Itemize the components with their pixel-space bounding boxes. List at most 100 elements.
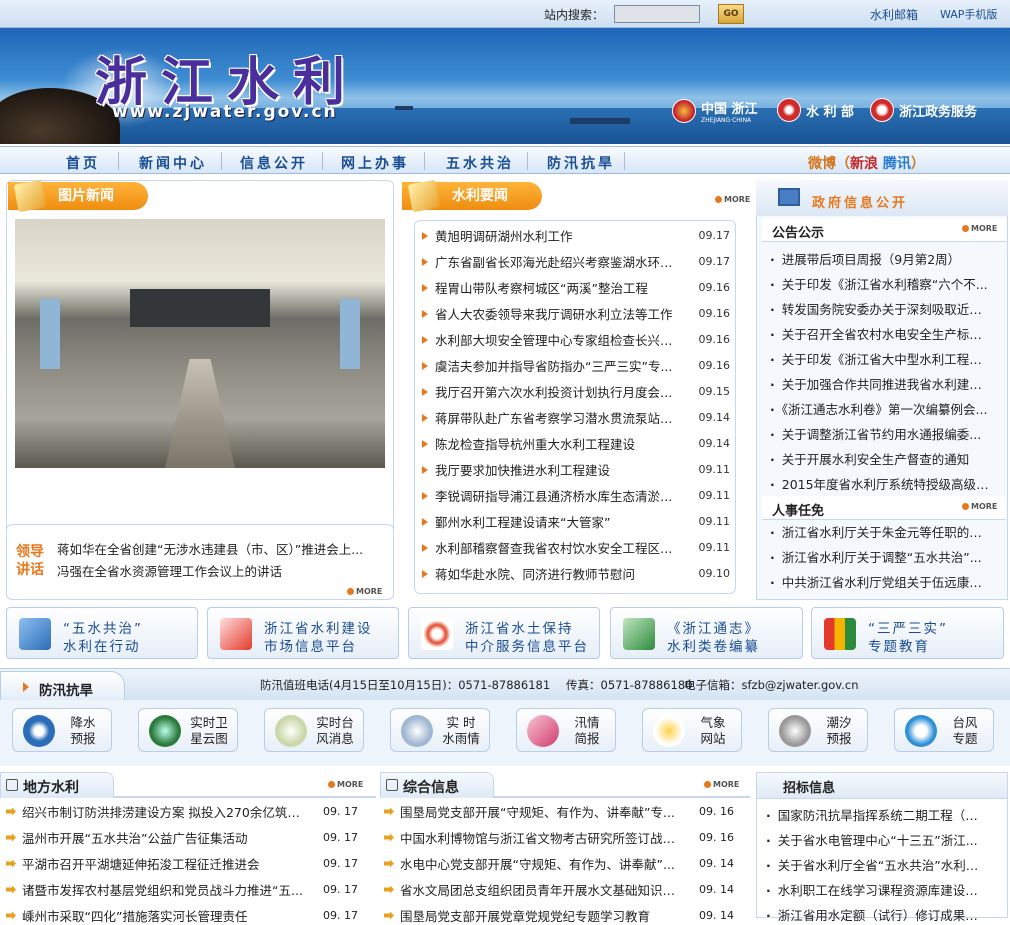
- nav-news-center[interactable]: 新闻中心: [139, 153, 207, 173]
- personnel-more-link[interactable]: MORE: [962, 502, 997, 511]
- flood-link-6[interactable]: 气象 网站: [642, 708, 742, 752]
- nav-info-disclosure[interactable]: 信息公开: [240, 153, 308, 173]
- news-title: 广东省副省长邓海光赴绍兴考察鉴湖水环境...: [435, 255, 683, 270]
- notice-item[interactable]: 关于召开全省农村水电安全生产标准...: [770, 324, 992, 343]
- bid-item[interactable]: 水利职工在线学习课程资源库建设与...: [766, 880, 988, 899]
- photo-news-image[interactable]: [15, 219, 385, 468]
- water-news-item[interactable]: 程胃山带队考察柯城区“两溪”整治工程 09.16: [422, 278, 730, 297]
- notice-item[interactable]: 关于印发《浙江省水利稽察“六个不...: [770, 274, 992, 293]
- notice-item[interactable]: 关于加强合作共同推进我省水利建设...: [770, 374, 992, 393]
- flood-link-1[interactable]: 降水 预报: [12, 708, 112, 752]
- water-news-item[interactable]: 李锐调研指导浦江县通济桥水库生态清淤工... 09.11: [422, 486, 730, 505]
- zhejiang-gov-service-logo[interactable]: 浙江政务服务: [870, 98, 977, 122]
- flood-link-label: 汛情 简报: [565, 715, 609, 747]
- water-news-item[interactable]: 黄旭明调研湖州水利工作 09.17: [422, 226, 730, 245]
- house-icon: [623, 618, 655, 650]
- tide-icon: [779, 715, 811, 747]
- china-zhejiang-logo[interactable]: 中国 浙江 ZHEJIANG·CHINA: [672, 98, 758, 124]
- search-input[interactable]: [614, 5, 700, 23]
- local-water-item[interactable]: 诸暨市发挥农村基层党组织和党员战斗力推进“五... 09. 17: [6, 880, 358, 899]
- local-water-item[interactable]: 平湖市召开平湖塘延伸拓浚工程征迁推进会 09. 17: [6, 854, 358, 873]
- flood-link-4[interactable]: 实 时水雨情: [390, 708, 490, 752]
- leader-speech-item[interactable]: 冯强在全省水资源管理工作会议上的讲话: [57, 561, 282, 580]
- ministry-water-logo[interactable]: 水 利 部: [777, 98, 854, 122]
- bid-info-title: 招标信息: [783, 781, 836, 796]
- flood-link-8[interactable]: 台风 专题: [894, 708, 994, 752]
- local-water-item[interactable]: 嵊州市采取“四化”措施落实河长管理责任 09. 17: [6, 906, 358, 925]
- general-info-item[interactable]: 围垦局党支部开展“守规矩、有作为、讲奉献”专... 09. 16: [384, 802, 734, 821]
- bullet-arrow-icon: [422, 257, 428, 266]
- water-news-item[interactable]: 我厅召开第六次水利投资计划执行月度会商会 09.15: [422, 382, 730, 401]
- duty-phone: 防汛值班电话(4月15日至10月15日)：0571-87886181: [260, 678, 551, 692]
- water-news-item[interactable]: 蒋屏带队赴广东省考察学习潜水贯流泵站建... 09.14: [422, 408, 730, 427]
- general-info-item[interactable]: 围垦局党支部开展党章党规党纪专题学习教育 09. 14: [384, 906, 734, 925]
- image-screen: [130, 289, 270, 327]
- local-water-more-link[interactable]: MORE: [328, 780, 363, 789]
- wap-mobile-link[interactable]: WAP手机版: [940, 6, 997, 22]
- water-news-more-link[interactable]: MORE: [715, 195, 750, 204]
- local-water-item[interactable]: 绍兴市制订防洪排涝建设方案 拟投入270余亿筑牢... 09. 17: [6, 802, 358, 821]
- nav-home[interactable]: 首页: [66, 153, 100, 173]
- general-info-more-link[interactable]: MORE: [704, 780, 739, 789]
- water-mailbox-link[interactable]: 水利邮箱: [870, 6, 918, 23]
- water-news-item[interactable]: 鄞州水利工程建设请来“大管家” 09.11: [422, 512, 730, 531]
- bid-item[interactable]: 浙江省用水定额（试行）修订成果复...: [766, 905, 988, 924]
- sina-weibo-link[interactable]: 新浪: [850, 156, 878, 172]
- bid-item[interactable]: 关于省水利厅全省“五水共治”水利人...: [766, 855, 988, 874]
- flood-link-2[interactable]: 实时卫 星云图: [138, 708, 238, 752]
- quick-link-construction-market[interactable]: 浙江省水利建设 市场信息平台: [207, 607, 399, 659]
- arrow-icon: [384, 833, 394, 842]
- tencent-weibo-link[interactable]: 腾讯: [883, 156, 911, 172]
- leader-speeches-more-link[interactable]: MORE: [347, 587, 382, 596]
- water-news-item[interactable]: 水利部稽察督查我省农村饮水安全工程区域... 09.11: [422, 538, 730, 557]
- item-date: 09. 17: [323, 805, 358, 818]
- bid-item[interactable]: 关于省水电管理中心“十三五”浙江...: [766, 830, 988, 849]
- notice-item[interactable]: 关于调整浙江省节约用水通报编委...: [770, 424, 992, 443]
- water-news-item[interactable]: 蒋如华赴水院、同济进行教师节慰问 09.10: [422, 564, 730, 583]
- nav-online-services[interactable]: 网上办事: [341, 153, 409, 173]
- water-news-item[interactable]: 省人大农委领导来我厅调研水利立法等工作 09.16: [422, 304, 730, 323]
- notice-item[interactable]: 《浙江通志水利卷》第一次编纂例会...: [770, 399, 992, 418]
- edit-icon: [386, 779, 398, 791]
- general-info-item[interactable]: 省水文局团总支组织团员青年开展水文基础知识学习 09. 14: [384, 880, 734, 899]
- search-go-button[interactable]: GO: [718, 4, 744, 24]
- water-news-item[interactable]: 水利部大坝安全管理中心专家组检查长兴县... 09.16: [422, 330, 730, 349]
- notice-item[interactable]: 进展带后项目周报（9月第2周）: [770, 249, 992, 268]
- bullet-arrow-icon: [422, 491, 428, 500]
- personnel-item[interactable]: 中共浙江省水利厅党组关于伍远康同...: [770, 572, 992, 591]
- national-emblem-icon: [777, 98, 801, 122]
- quick-link-three-strict[interactable]: “三严三实” 专题教育: [811, 607, 1004, 659]
- general-info-item[interactable]: 中国水利博物馆与浙江省文物考古研究所签订战略... 09. 16: [384, 828, 734, 847]
- flood-link-5[interactable]: 汛情 简报: [516, 708, 616, 752]
- flood-link-line1: 实时卫: [190, 715, 228, 730]
- leader-speech-item[interactable]: 蒋如华在全省创建“无涉水违建县（市、区）”推进会上...: [57, 539, 387, 558]
- notices-more-link[interactable]: MORE: [962, 224, 997, 233]
- notice-item[interactable]: 转发国务院安委办关于深刻吸取近期...: [770, 299, 992, 318]
- notice-item[interactable]: 2015年度省水利厅系统特授级高级工...: [770, 474, 992, 493]
- flood-link-3[interactable]: 实时台 风消息: [264, 708, 364, 752]
- water-news-item[interactable]: 陈龙检查指导杭州重大水利工程建设 09.14: [422, 434, 730, 453]
- antenna-icon: [421, 618, 453, 650]
- notice-item[interactable]: 关于印发《浙江省大中型水利工程管...: [770, 349, 992, 368]
- nav-five-water[interactable]: 五水共治: [446, 153, 514, 173]
- notice-item[interactable]: 关于开展水利安全生产督查的通知: [770, 449, 992, 468]
- local-water-item[interactable]: 温州市开展“五水共治”公益广告征集活动 09. 17: [6, 828, 358, 847]
- gov-info-header: 政府信息公开: [756, 180, 1008, 216]
- water-news-item[interactable]: 虞洁夫参加并指导省防指办“三严三实”专... 09.16: [422, 356, 730, 375]
- nav-flood-control[interactable]: 防汛抗旱: [547, 153, 615, 173]
- quick-link-soil-conservation[interactable]: 浙江省水土保持 中介服务信息平台: [408, 607, 600, 659]
- quick-link-zhejiang-annals[interactable]: 《浙江通志》 水利类卷编纂: [610, 607, 803, 659]
- bullet-arrow-icon: [422, 517, 428, 526]
- personnel-item[interactable]: 浙江省水利厅关于朱金元等任职的通知: [770, 522, 992, 541]
- water-news-item[interactable]: 广东省副省长邓海光赴绍兴考察鉴湖水环境... 09.17: [422, 252, 730, 271]
- pen-paper-icon: [19, 618, 51, 650]
- flood-control-tab[interactable]: 防汛抗旱: [0, 671, 125, 701]
- satellite-map-icon: [149, 715, 181, 747]
- quick-link-five-water[interactable]: “五水共治” 水利在行动: [6, 607, 198, 659]
- personnel-item[interactable]: 浙江省水利厅关于调整“五水共治”...: [770, 547, 992, 566]
- general-info-item[interactable]: 水电中心党支部开展“守规矩、有作为、讲奉献”... 09. 14: [384, 854, 734, 873]
- water-news-item[interactable]: 我厅要求加快推进水利工程建设 09.11: [422, 460, 730, 479]
- bid-item[interactable]: 国家防汛抗旱指挥系统二期工程（浙...: [766, 805, 988, 824]
- flood-link-7[interactable]: 潮汐 预报: [768, 708, 868, 752]
- news-title: 水利部大坝安全管理中心专家组检查长兴县...: [435, 333, 683, 348]
